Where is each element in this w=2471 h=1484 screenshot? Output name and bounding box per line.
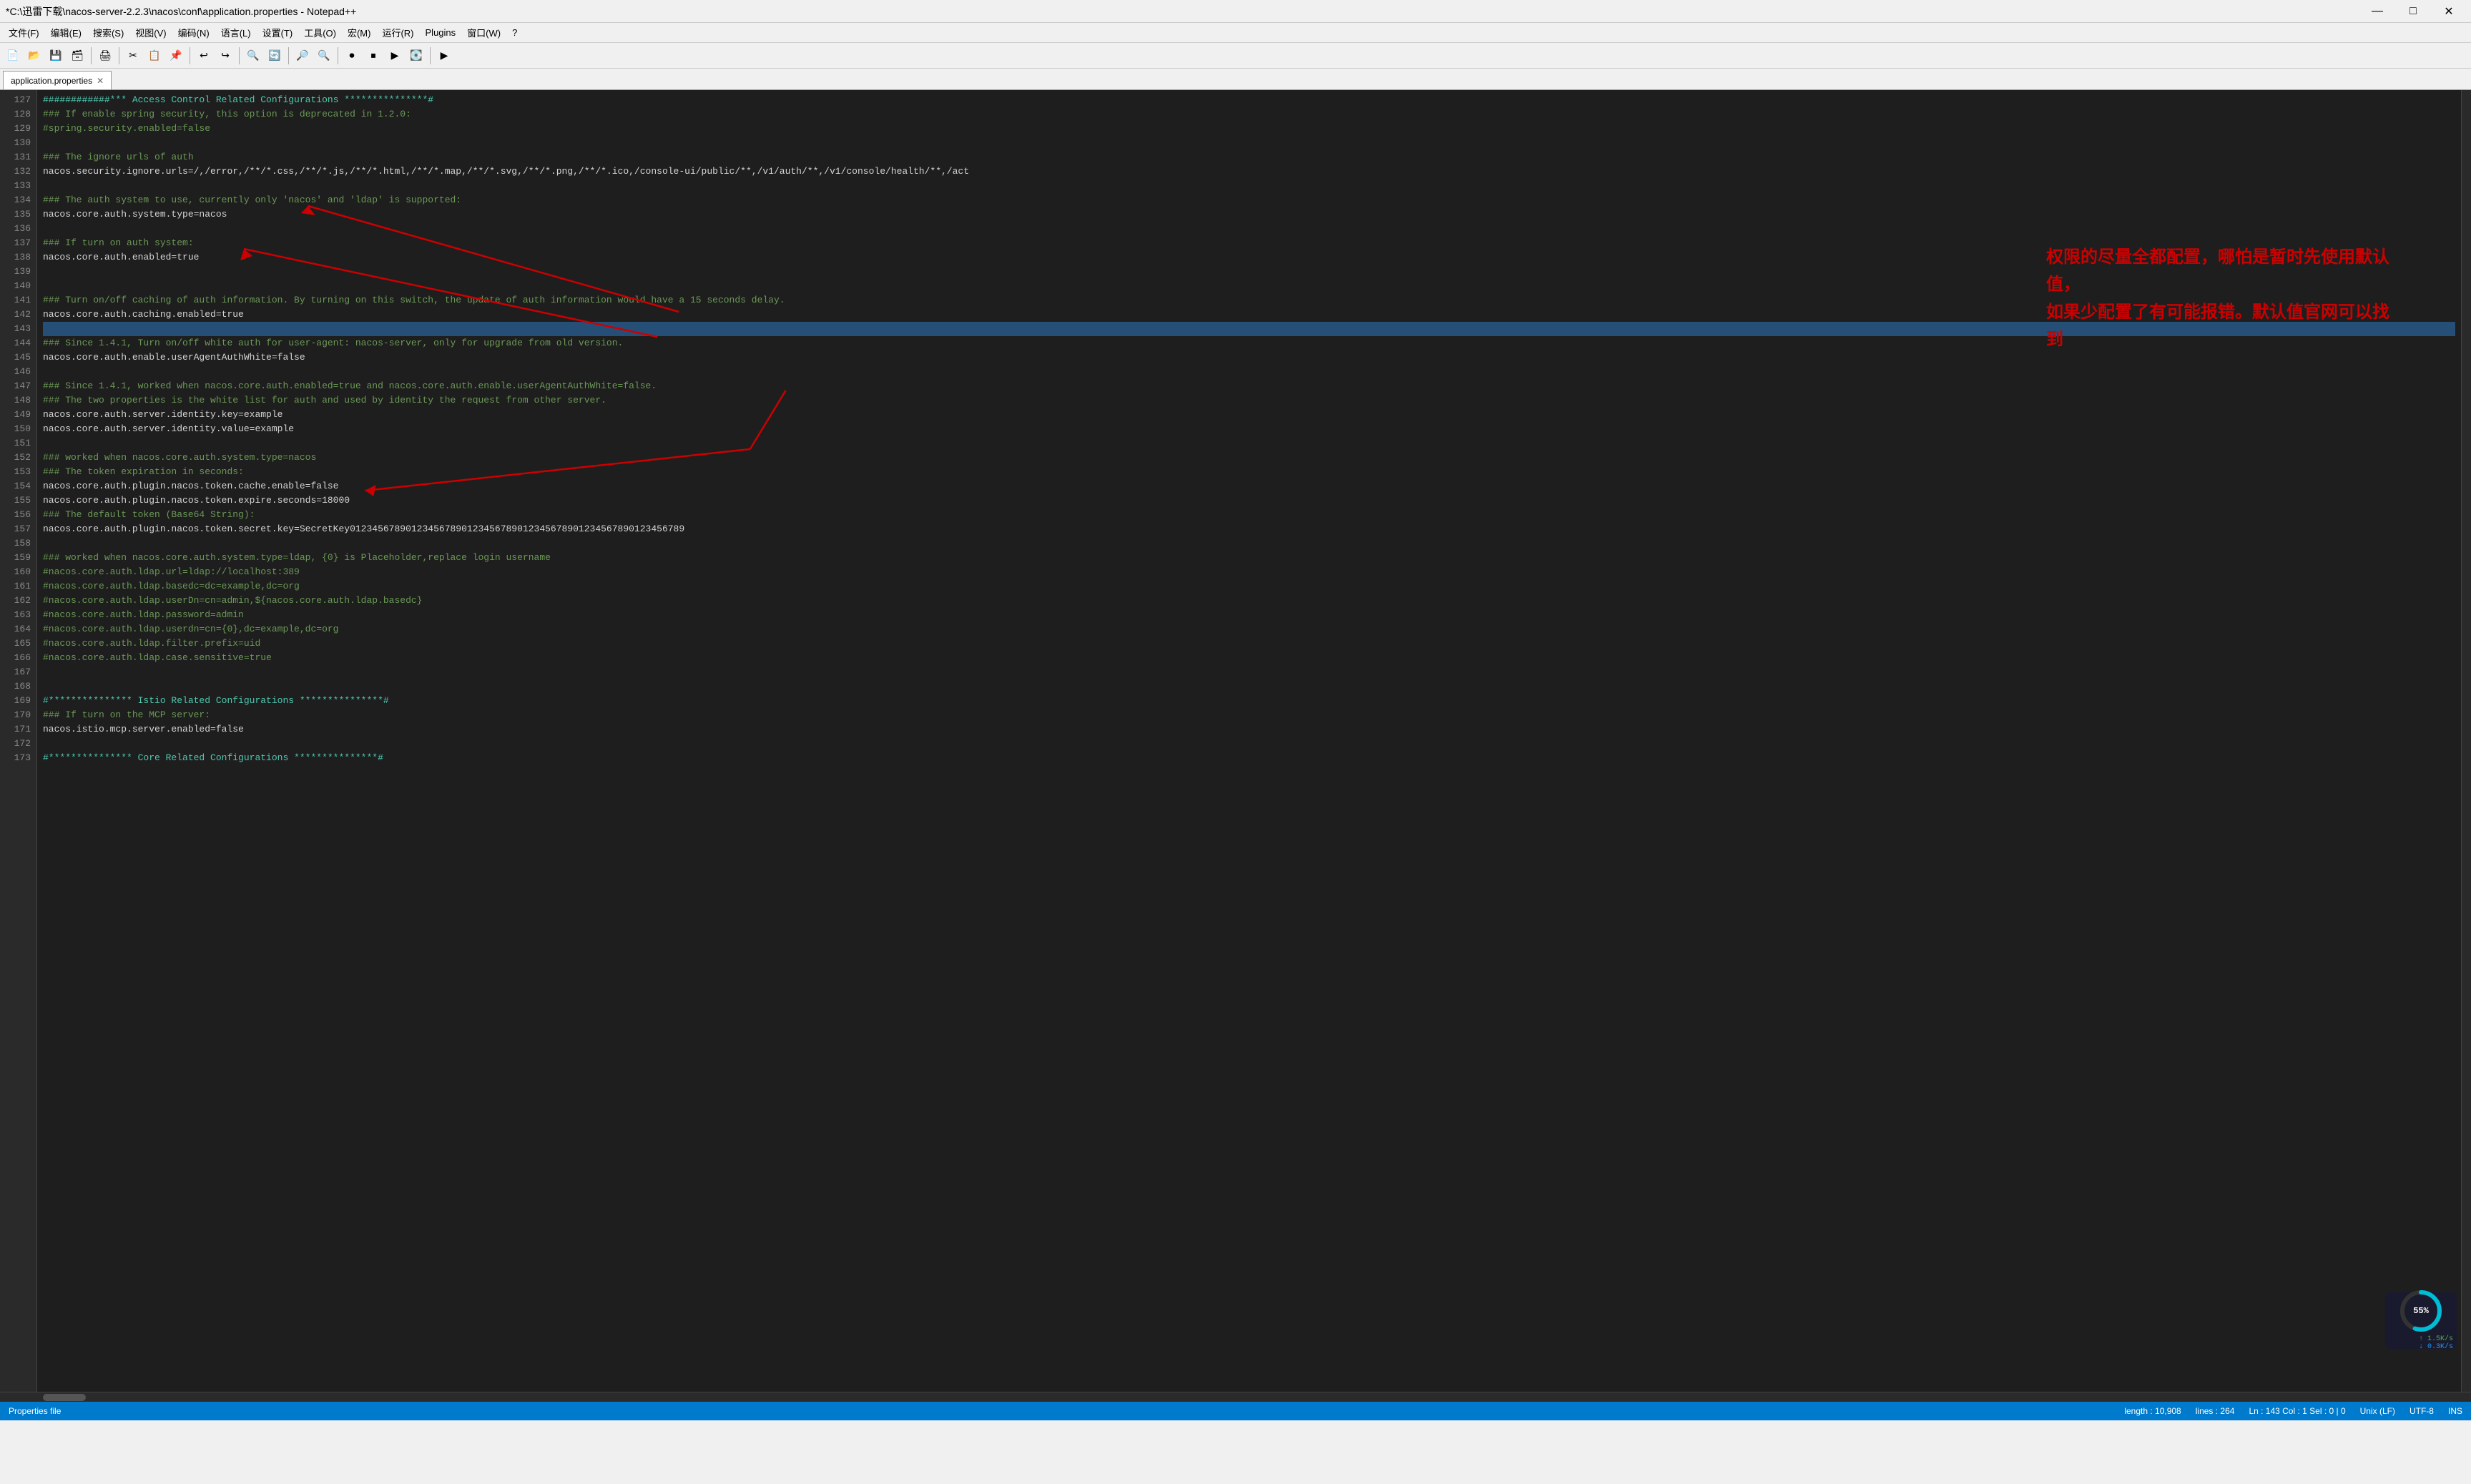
menu-bar: 文件(F) 编辑(E) 搜索(S) 视图(V) 编码(N) 语言(L) 设置(T… <box>0 23 2471 43</box>
file-type: Properties file <box>9 1406 61 1416</box>
code-area[interactable]: ############*** Access Control Related C… <box>37 90 2461 1392</box>
print-button[interactable]: 🖨 <box>95 46 115 66</box>
toolbar-separator-1 <box>91 47 92 64</box>
speed-percent: 55% <box>2413 1306 2429 1316</box>
minimize-button[interactable]: — <box>2361 1 2394 22</box>
encoding: UTF-8 <box>2409 1406 2434 1416</box>
line-ending: Unix (LF) <box>2360 1406 2395 1416</box>
line-numbers: 127 128 129 130 131 132 133 134 135 136 … <box>0 90 37 1392</box>
open-button[interactable]: 📂 <box>24 46 44 66</box>
copy-button[interactable]: 📋 <box>144 46 164 66</box>
paste-button[interactable]: 📌 <box>166 46 186 66</box>
macro-save-button[interactable]: 💽 <box>406 46 426 66</box>
editor-container: 127 128 129 130 131 132 133 134 135 136 … <box>0 90 2471 1392</box>
file-length: length : 10,908 <box>2124 1406 2181 1416</box>
speed-widget: 55% ↑ 1.5K/s ↓ 0.3K/s <box>2385 1292 2457 1349</box>
toolbar-separator-7 <box>430 47 431 64</box>
window-title: *C:\迅雷下载\nacos-server-2.2.3\nacos\conf\a… <box>6 4 356 19</box>
menu-edit[interactable]: 编辑(E) <box>45 24 87 41</box>
close-button[interactable]: ✕ <box>2432 1 2465 22</box>
tab-bar: application.properties ✕ <box>0 69 2471 90</box>
title-bar: *C:\迅雷下载\nacos-server-2.2.3\nacos\conf\a… <box>0 0 2471 23</box>
menu-macro[interactable]: 宏(M) <box>342 24 377 41</box>
tab-application-properties[interactable]: application.properties ✕ <box>3 71 112 89</box>
replace-button[interactable]: 🔄 <box>265 46 285 66</box>
menu-help[interactable]: ? <box>506 26 523 39</box>
tab-close-icon[interactable]: ✕ <box>97 76 104 86</box>
download-rate: ↓ 0.3K/s <box>2389 1343 2453 1351</box>
toolbar-separator-5 <box>288 47 289 64</box>
menu-file[interactable]: 文件(F) <box>3 24 45 41</box>
code-content: ############*** Access Control Related C… <box>37 90 2461 768</box>
cursor-position: Ln : 143 Col : 1 Sel : 0 | 0 <box>2249 1406 2345 1416</box>
menu-plugins[interactable]: Plugins <box>420 26 462 39</box>
toolbar-separator-4 <box>239 47 240 64</box>
menu-tools[interactable]: 工具(O) <box>298 24 342 41</box>
zoom-in-button[interactable]: 🔎 <box>293 46 313 66</box>
new-button[interactable]: 📄 <box>3 46 23 66</box>
run-button[interactable]: ▶ <box>434 46 454 66</box>
cut-button[interactable]: ✂ <box>123 46 143 66</box>
upload-rate: ↑ 1.5K/s <box>2389 1335 2453 1343</box>
status-bar: Properties file length : 10,908 lines : … <box>0 1402 2471 1420</box>
maximize-button[interactable]: □ <box>2397 1 2430 22</box>
menu-search[interactable]: 搜索(S) <box>87 24 129 41</box>
vertical-scrollbar[interactable] <box>2461 90 2471 1392</box>
menu-window[interactable]: 窗口(W) <box>461 24 506 41</box>
menu-view[interactable]: 视图(V) <box>129 24 172 41</box>
tab-label: application.properties <box>11 76 92 86</box>
find-button[interactable]: 🔍 <box>243 46 263 66</box>
file-lines: lines : 264 <box>2196 1406 2235 1416</box>
toolbar: 📄 📂 💾 🗃 🖨 ✂ 📋 📌 ↩ ↪ 🔍 🔄 🔎 🔍 ⏺ ⏹ ▶ 💽 ▶ <box>0 43 2471 69</box>
status-left: Properties file <box>9 1406 61 1416</box>
undo-button[interactable]: ↩ <box>194 46 214 66</box>
horizontal-scrollbar[interactable] <box>0 1392 2471 1402</box>
macro-stop-button[interactable]: ⏹ <box>363 46 383 66</box>
status-right: length : 10,908 lines : 264 Ln : 143 Col… <box>2124 1406 2462 1416</box>
menu-language[interactable]: 语言(L) <box>215 24 257 41</box>
macro-record-button[interactable]: ⏺ <box>342 46 362 66</box>
menu-settings[interactable]: 设置(T) <box>257 24 299 41</box>
redo-button[interactable]: ↪ <box>215 46 235 66</box>
window-controls: — □ ✕ <box>2361 1 2465 22</box>
macro-play-button[interactable]: ▶ <box>385 46 405 66</box>
speed-rates: ↑ 1.5K/s ↓ 0.3K/s <box>2389 1335 2453 1351</box>
menu-run[interactable]: 运行(R) <box>376 24 419 41</box>
insert-mode: INS <box>2448 1406 2462 1416</box>
zoom-out-button[interactable]: 🔍 <box>314 46 334 66</box>
save-button[interactable]: 💾 <box>46 46 66 66</box>
menu-encoding[interactable]: 编码(N) <box>172 24 215 41</box>
save-all-button[interactable]: 🗃 <box>67 46 87 66</box>
